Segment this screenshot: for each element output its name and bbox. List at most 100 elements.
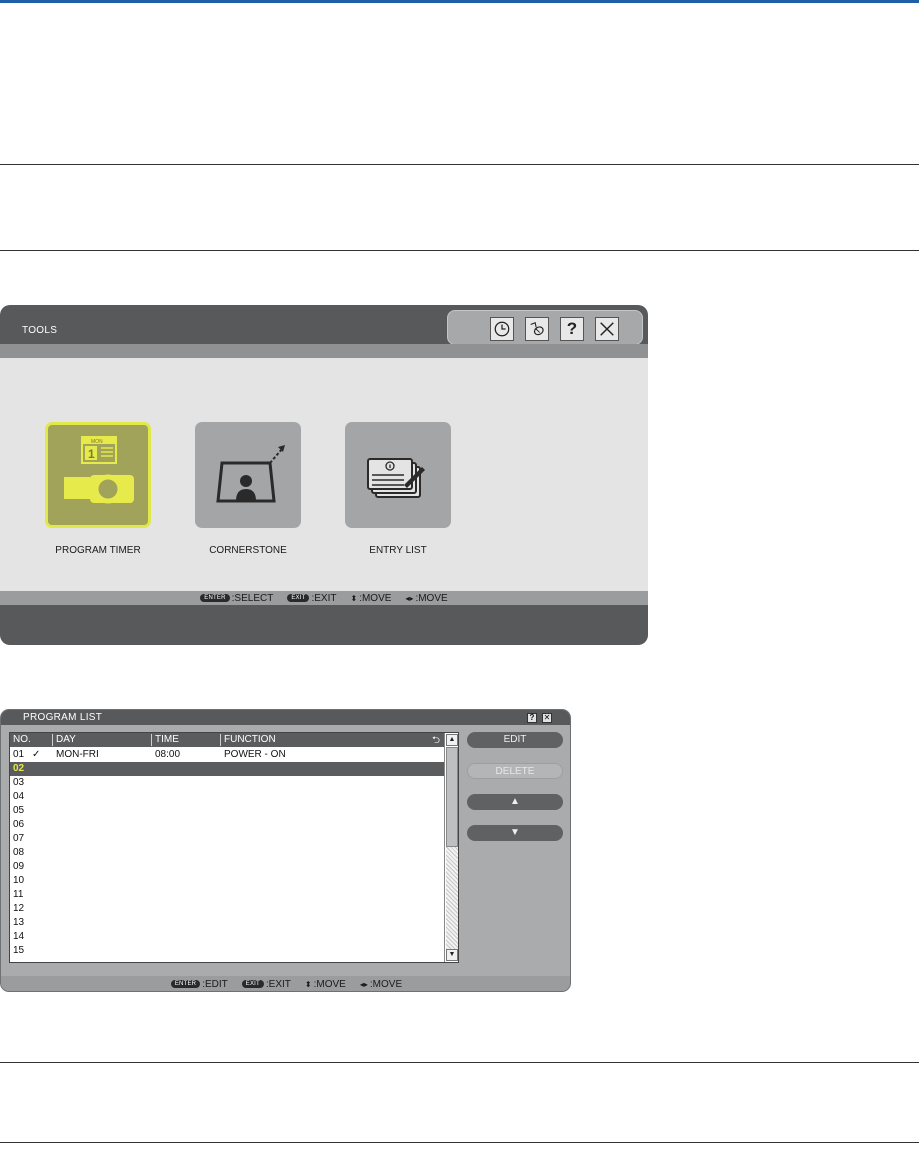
guide-leftright-text: :MOVE — [369, 978, 403, 990]
col-function: FUNCTION — [220, 734, 428, 746]
program-list-window: PROGRAM LIST ? ✕ NO. DAY TIME FUNCTION ⮌… — [0, 709, 571, 992]
table-row[interactable]: 06 — [10, 818, 444, 832]
move-down-button[interactable]: ▼ — [467, 825, 563, 841]
table-row[interactable]: 13 — [10, 916, 444, 930]
row-function: POWER - ON — [224, 749, 286, 760]
row-no: 13 — [13, 917, 25, 928]
section-rule — [0, 1142, 919, 1143]
entry-list-tile[interactable] — [345, 422, 451, 528]
row-time: 08:00 — [155, 749, 181, 760]
title-bar: PROGRAM LIST ? ✕ — [1, 710, 570, 725]
cornerstone-tile[interactable] — [195, 422, 301, 528]
guide-updown-text: :MOVE — [313, 978, 346, 990]
guide-leftright: ◂▸:MOVE — [360, 979, 402, 990]
guide-updown: ⬍:MOVE — [350, 593, 391, 604]
updown-arrow-icon: ⬍ — [304, 979, 312, 989]
exit-key-icon: EXIT — [241, 979, 264, 988]
row-no: 08 — [13, 847, 25, 858]
updown-arrow-icon: ⬍ — [350, 593, 358, 603]
section-rule — [0, 1062, 919, 1063]
scrollbar[interactable]: ▲ ▼ — [444, 733, 458, 962]
table-row[interactable]: 09 — [10, 860, 444, 874]
row-no: 09 — [13, 861, 25, 872]
guide-enter-text: :SELECT — [231, 592, 274, 604]
leftright-arrow-icon: ◂▸ — [359, 979, 368, 989]
calendar-date: 1 — [88, 447, 95, 461]
program-timer-icon: MON 1 — [64, 436, 134, 504]
row-no: 02 — [13, 763, 25, 774]
edit-button[interactable]: EDIT — [467, 732, 563, 748]
col-day: DAY — [52, 734, 151, 746]
table-row[interactable]: 05 — [10, 804, 444, 818]
guide-leftright: ◂▸:MOVE — [405, 593, 447, 604]
tools-icon-bar: ? — [447, 310, 643, 345]
key-guide: ENTER:SELECT EXIT:EXIT ⬍:MOVE ◂▸:MOVE — [0, 591, 648, 605]
table-row[interactable]: 01 ✓ MON-FRI 08:00 POWER - ON — [10, 748, 444, 762]
table-header: NO. DAY TIME FUNCTION ⮌ — [10, 733, 444, 747]
table-row[interactable]: 08 — [10, 846, 444, 860]
guide-exit-text: :EXIT — [311, 592, 337, 604]
table-row[interactable]: 12 — [10, 902, 444, 916]
mouse-icon[interactable] — [525, 317, 549, 341]
guide-enter: ENTER:EDIT — [170, 978, 228, 990]
scroll-up-icon[interactable]: ▲ — [446, 734, 458, 746]
col-no: NO. — [13, 734, 31, 745]
guide-updown-text: :MOVE — [359, 592, 392, 604]
guide-exit: EXIT:EXIT — [241, 979, 291, 990]
row-no: 06 — [13, 819, 25, 830]
program-timer-tile[interactable]: MON 1 — [45, 422, 151, 528]
row-no: 07 — [13, 833, 25, 844]
row-day: MON-FRI — [56, 749, 99, 760]
help-icon[interactable]: ? — [527, 713, 537, 723]
clock-icon[interactable] — [490, 317, 514, 341]
table-row[interactable]: 03 — [10, 776, 444, 790]
exit-key-icon: EXIT — [287, 593, 310, 602]
guide-enter: ENTER:SELECT — [200, 593, 273, 604]
row-no: 12 — [13, 903, 25, 914]
guide-enter-text: :EDIT — [202, 978, 228, 990]
scroll-track[interactable] — [446, 847, 458, 949]
close-icon[interactable]: ✕ — [542, 713, 552, 723]
tools-body: MON 1 PROGRAM TIMER CORNERSTONE ENTRY LI… — [0, 358, 648, 591]
row-no: 11 — [13, 889, 24, 900]
table-row[interactable]: 07 — [10, 832, 444, 846]
table-row[interactable]: 14 — [10, 930, 444, 944]
program-timer-label: PROGRAM TIMER — [55, 545, 141, 556]
row-no: 15 — [13, 945, 25, 956]
scroll-thumb[interactable] — [446, 747, 458, 847]
title-strip — [0, 344, 648, 358]
header-rule — [0, 0, 919, 3]
cornerstone-label: CORNERSTONE — [209, 545, 287, 556]
table-row[interactable]: 15 — [10, 944, 444, 958]
enter-key-icon: ENTER — [200, 593, 230, 602]
calendar-day: MON — [91, 439, 103, 445]
program-table: NO. DAY TIME FUNCTION ⮌ 01 ✓ MON-FRI 08:00 P… — [9, 732, 459, 963]
row-no: 14 — [13, 931, 25, 942]
row-no: 10 — [13, 875, 25, 886]
enter-key-icon: ENTER — [170, 979, 201, 988]
entry-list-icon — [367, 458, 425, 498]
table-row[interactable]: 02 — [10, 762, 444, 776]
move-up-button[interactable]: ▲ — [467, 794, 563, 810]
section-rule — [0, 250, 919, 251]
guide-exit: EXIT:EXIT — [287, 593, 336, 604]
leftright-arrow-icon: ◂▸ — [405, 593, 414, 603]
key-guide: ENTER:EDIT EXIT:EXIT ⬍:MOVE ◂▸:MOVE — [1, 976, 570, 991]
cornerstone-icon — [216, 445, 285, 503]
delete-button[interactable]: DELETE — [467, 763, 563, 779]
row-no: 03 — [13, 777, 25, 788]
row-no: 05 — [13, 805, 25, 816]
col-time: TIME — [151, 734, 220, 746]
table-row[interactable]: 04 — [10, 790, 444, 804]
tools-window: TOOLS ? MON 1 PROGRAM TIMER CORNERSTONE … — [0, 305, 648, 645]
scroll-down-icon[interactable]: ▼ — [446, 949, 458, 961]
guide-leftright-text: :MOVE — [415, 592, 448, 604]
help-icon[interactable]: ? — [560, 317, 584, 341]
row-check-icon: ✓ — [32, 749, 41, 760]
table-row[interactable]: 11 — [10, 888, 444, 902]
table-row[interactable]: 10 — [10, 874, 444, 888]
repeat-icon: ⮌ — [431, 735, 440, 746]
close-icon[interactable] — [595, 317, 619, 341]
entry-list-label: ENTRY LIST — [369, 545, 427, 556]
window-title: PROGRAM LIST — [23, 712, 103, 723]
